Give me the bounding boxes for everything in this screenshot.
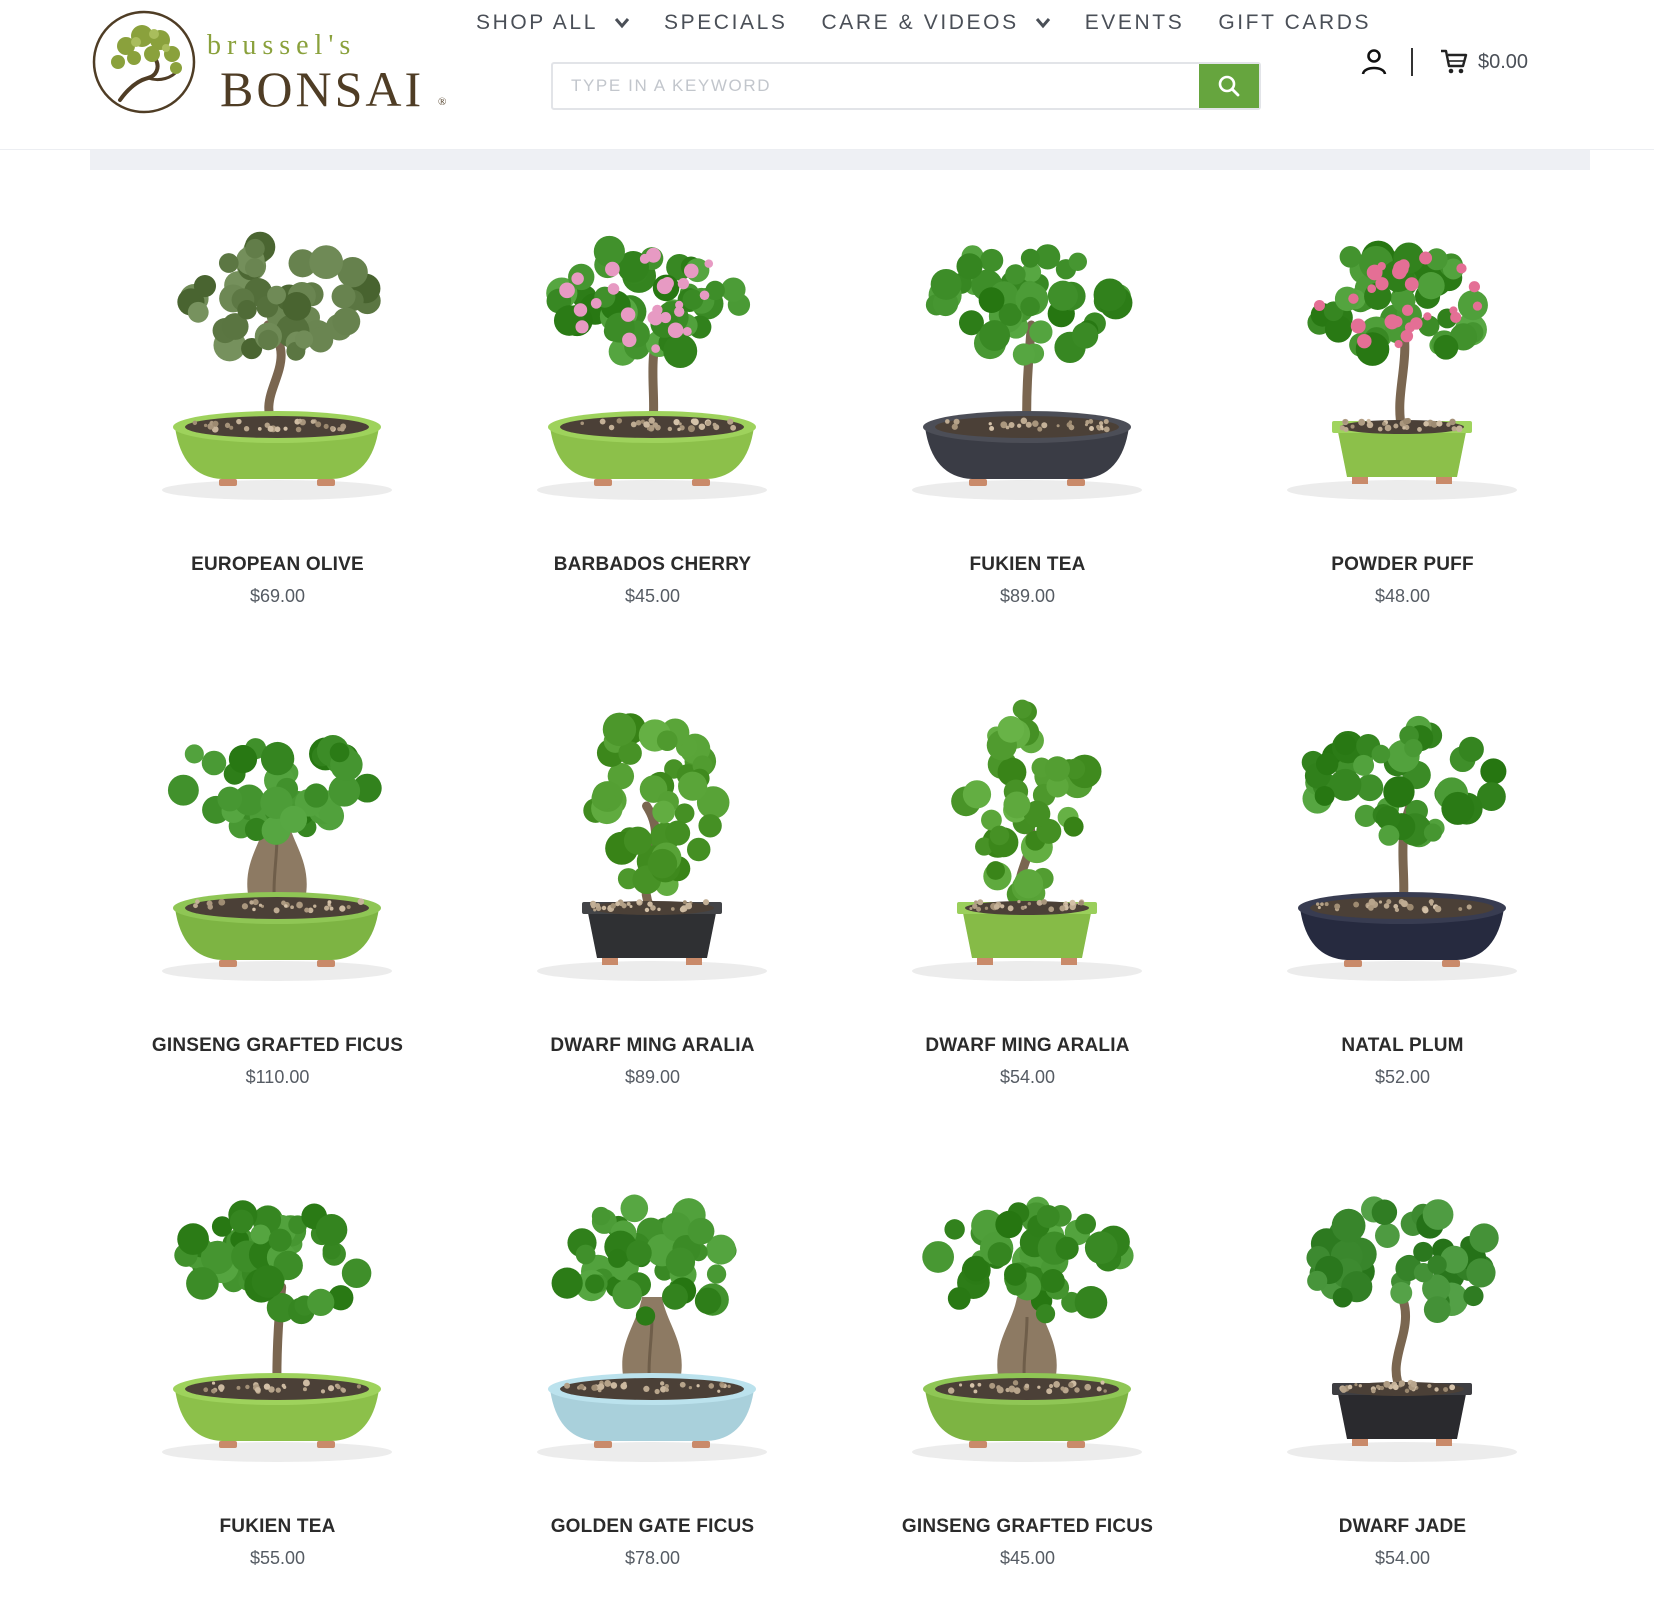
product-image[interactable] — [1252, 696, 1552, 996]
product-name[interactable]: DWARF MING ARALIA — [840, 1035, 1215, 1057]
promo-banner-strip — [90, 150, 1590, 170]
search-icon — [1218, 75, 1240, 97]
product-card[interactable]: DWARF MING ARALIA $54.00 — [840, 686, 1215, 1131]
product-name[interactable]: DWARF MING ARALIA — [465, 1035, 840, 1057]
nav-item-label: SHOP ALL — [476, 11, 598, 34]
product-image[interactable] — [502, 696, 802, 996]
nav-events[interactable]: EVENTS — [1085, 11, 1185, 35]
product-price: $110.00 — [245, 1067, 310, 1087]
chevron-down-icon — [614, 18, 630, 29]
product-card[interactable]: GINSENG GRAFTED FICUS $45.00 — [840, 1167, 1215, 1612]
product-name[interactable]: GINSENG GRAFTED FICUS — [840, 1516, 1215, 1538]
product-card[interactable]: DWARF MING ARALIA $89.00 — [465, 686, 840, 1131]
product-image[interactable] — [1252, 215, 1552, 515]
product-card[interactable]: GOLDEN GATE FICUS $78.00 — [465, 1167, 840, 1612]
product-card[interactable]: FUKIEN TEA $89.00 — [840, 205, 1215, 650]
product-price: $89.00 — [999, 586, 1056, 606]
search-bar — [551, 62, 1261, 110]
product-price: $78.00 — [624, 1548, 681, 1568]
product-image[interactable] — [877, 215, 1177, 515]
product-card[interactable]: NATAL PLUM $52.00 — [1215, 686, 1590, 1131]
product-name[interactable]: GOLDEN GATE FICUS — [465, 1516, 840, 1538]
product-image[interactable] — [502, 1177, 802, 1477]
cart-total: $0.00 — [1478, 50, 1529, 73]
product-price: $48.00 — [1374, 586, 1431, 606]
product-name[interactable]: FUKIEN TEA — [840, 554, 1215, 576]
cart-button[interactable]: $0.00 — [1440, 48, 1528, 76]
main-navigation: SHOP ALL SPECIALS CARE & VIDEOS EVENTS G… — [476, 8, 1405, 38]
nav-item-label: SPECIALS — [663, 11, 788, 34]
product-price: $54.00 — [999, 1067, 1056, 1087]
product-image[interactable] — [502, 215, 802, 515]
user-icon[interactable] — [1360, 48, 1388, 76]
product-image[interactable] — [127, 1177, 427, 1477]
product-grid: EUROPEAN OLIVE $69.00 BARBADOS CHERRY $45.… — [90, 205, 1590, 1612]
product-name[interactable]: BARBADOS CHERRY — [465, 554, 840, 576]
product-price: $52.00 — [1374, 1067, 1431, 1087]
logo-word-text: BONSAI — [220, 61, 425, 117]
product-card[interactable]: BARBADOS CHERRY $45.00 — [465, 205, 840, 650]
cart-icon — [1441, 49, 1468, 74]
nav-specials[interactable]: SPECIALS — [664, 11, 788, 35]
nav-item-label: GIFT CARDS — [1218, 11, 1372, 34]
nav-item-label: CARE & VIDEOS — [821, 11, 1019, 34]
chevron-down-icon — [1035, 18, 1050, 29]
brand-logo[interactable]: brussel's BONSAI ® — [90, 8, 460, 117]
nav-gift-cards[interactable]: GIFT CARDS — [1218, 11, 1371, 35]
product-image[interactable] — [877, 696, 1177, 996]
bonsai-logo-icon — [92, 10, 196, 114]
product-image[interactable] — [877, 1177, 1177, 1477]
logo-script-text: brussel's — [207, 30, 357, 61]
product-price: $89.00 — [624, 1067, 681, 1087]
product-price: $69.00 — [249, 586, 306, 606]
product-name[interactable]: POWDER PUFF — [1215, 554, 1590, 576]
product-image[interactable] — [127, 696, 427, 996]
product-name[interactable]: NATAL PLUM — [1215, 1035, 1590, 1057]
site-header: brussel's BONSAI ® SHOP ALL SPECIALS CAR… — [0, 0, 1654, 150]
product-name[interactable]: DWARF JADE — [1215, 1516, 1590, 1538]
nav-care-videos[interactable]: CARE & VIDEOS — [822, 11, 1051, 35]
product-card[interactable]: EUROPEAN OLIVE $69.00 — [90, 205, 465, 650]
product-name[interactable]: GINSENG GRAFTED FICUS — [90, 1035, 465, 1057]
product-image[interactable] — [1252, 1177, 1552, 1477]
product-card[interactable]: DWARF JADE $54.00 — [1215, 1167, 1590, 1612]
product-name[interactable]: EUROPEAN OLIVE — [90, 554, 465, 576]
product-card[interactable]: POWDER PUFF $48.00 — [1215, 205, 1590, 650]
product-image[interactable] — [127, 215, 427, 515]
product-card[interactable]: FUKIEN TEA $55.00 — [90, 1167, 465, 1612]
product-price: $45.00 — [999, 1548, 1056, 1568]
product-name[interactable]: FUKIEN TEA — [90, 1516, 465, 1538]
header-divider — [1411, 48, 1413, 76]
nav-shop-all[interactable]: SHOP ALL — [476, 11, 630, 35]
product-price: $45.00 — [624, 586, 681, 606]
product-card[interactable]: GINSENG GRAFTED FICUS $110.00 — [90, 686, 465, 1131]
product-price: $54.00 — [1374, 1548, 1431, 1568]
product-price: $55.00 — [249, 1548, 306, 1568]
search-input[interactable] — [553, 64, 1199, 108]
search-button[interactable] — [1199, 64, 1259, 108]
nav-item-label: EVENTS — [1084, 11, 1185, 34]
logo-registered-mark: ® — [438, 96, 447, 108]
